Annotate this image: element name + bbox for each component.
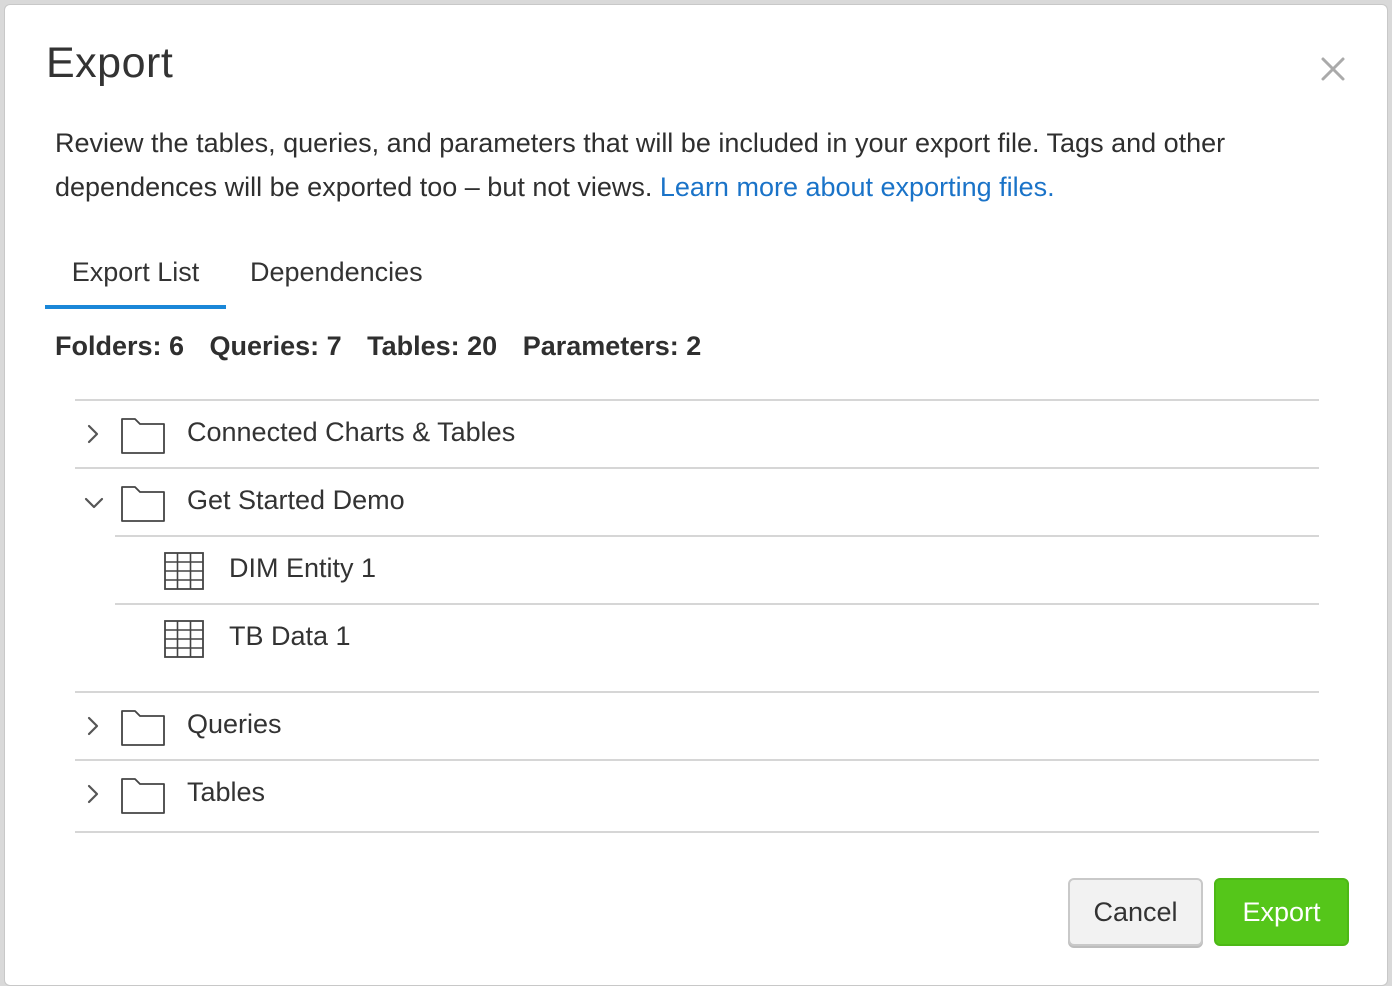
chevron-down-icon[interactable] (81, 493, 107, 513)
export-dialog: Export Review the tables, queries, and p… (4, 4, 1388, 986)
parameters-count: Parameters: 2 (522, 331, 702, 361)
tree-item-label: TB Data 1 (229, 621, 351, 651)
tree-item-label: Connected Charts & Tables (187, 417, 516, 447)
export-summary: Folders: 6 Queries: 7 Tables: 20 Paramet… (55, 331, 719, 362)
tree-row-dim-entity-1[interactable]: DIM Entity 1 (115, 535, 1319, 603)
tables-count: Tables: 20 (367, 331, 498, 361)
tree-row-tables[interactable]: Tables (75, 759, 1319, 827)
tree-row-tb-data-1[interactable]: TB Data 1 (115, 603, 1319, 691)
close-icon[interactable] (1317, 53, 1349, 85)
tree-item-label: Queries (187, 709, 282, 739)
tree-item-label: DIM Entity 1 (229, 553, 377, 583)
folders-count: Folders: 6 (55, 331, 185, 361)
folder-icon (121, 418, 165, 454)
tab-export-list[interactable]: Export List (45, 257, 226, 309)
tree-row-get-started-demo[interactable]: Get Started Demo (75, 467, 1319, 535)
tree-row-queries[interactable]: Queries (75, 691, 1319, 759)
table-grid-icon (164, 620, 204, 658)
tree-item-label: Get Started Demo (187, 485, 405, 515)
folder-icon (121, 486, 165, 522)
dialog-title: Export (46, 39, 174, 87)
export-button[interactable]: Export (1214, 878, 1349, 946)
tree-bottom-divider (75, 831, 1319, 833)
queries-count: Queries: 7 (209, 331, 342, 361)
chevron-right-icon[interactable] (83, 421, 103, 447)
cancel-button[interactable]: Cancel (1068, 878, 1203, 946)
dialog-description: Review the tables, queries, and paramete… (55, 121, 1275, 209)
learn-more-link[interactable]: Learn more about exporting files. (660, 172, 1055, 202)
chevron-right-icon[interactable] (83, 781, 103, 807)
folder-icon (121, 778, 165, 814)
chevron-right-icon[interactable] (83, 713, 103, 739)
table-grid-icon (164, 552, 204, 590)
folder-icon (121, 710, 165, 746)
tab-dependencies[interactable]: Dependencies (250, 257, 423, 305)
tree-item-label: Tables (187, 777, 266, 807)
tree-row-connected-charts[interactable]: Connected Charts & Tables (75, 399, 1319, 467)
